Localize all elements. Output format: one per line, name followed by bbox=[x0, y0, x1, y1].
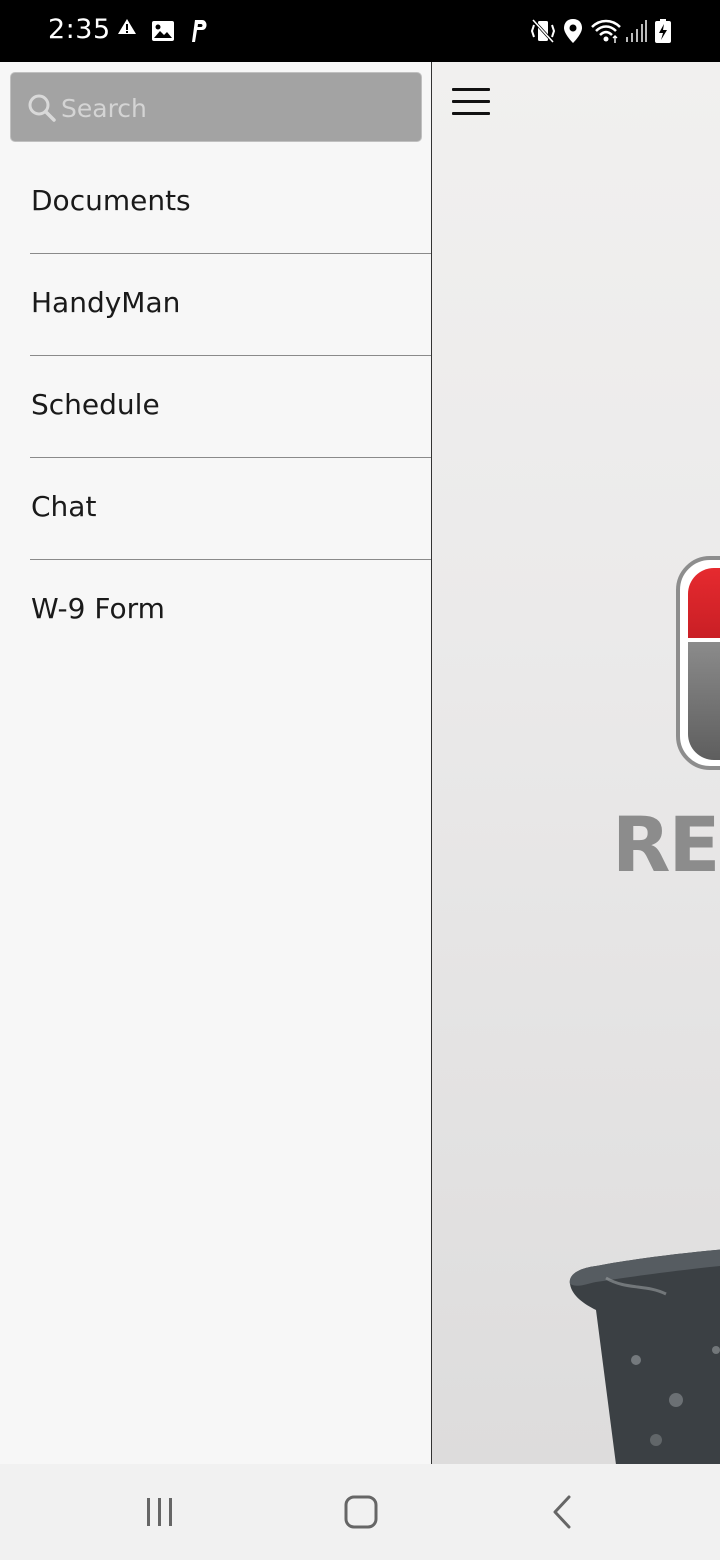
alert-mm-icon bbox=[118, 19, 136, 34]
bucket-image bbox=[569, 1249, 720, 1464]
search-icon bbox=[28, 94, 56, 122]
brand-logo-shield bbox=[676, 556, 720, 770]
drawer-item-chat[interactable]: Chat bbox=[0, 458, 431, 560]
back-icon[interactable] bbox=[543, 1494, 583, 1530]
drawer-item-schedule[interactable]: Schedule bbox=[0, 356, 431, 458]
navigation-drawer: Documents HandyMan Schedule Chat W-9 For… bbox=[0, 62, 432, 1464]
drawer-item-label: HandyMan bbox=[31, 286, 181, 319]
drawer-item-handyman[interactable]: HandyMan bbox=[0, 254, 431, 356]
search-bar[interactable] bbox=[10, 72, 422, 142]
search-input[interactable] bbox=[61, 87, 401, 129]
location-icon bbox=[564, 19, 582, 43]
system-nav-bar bbox=[0, 1464, 720, 1560]
status-time: 2:35 bbox=[48, 14, 111, 45]
vibrate-icon bbox=[530, 18, 556, 44]
drawer-menu-list: Documents HandyMan Schedule Chat W-9 For… bbox=[0, 152, 431, 662]
home-icon[interactable] bbox=[341, 1494, 381, 1530]
wifi-icon bbox=[591, 19, 621, 43]
parking-icon bbox=[192, 20, 207, 42]
drawer-item-label: W-9 Form bbox=[31, 592, 165, 625]
image-icon bbox=[152, 21, 174, 41]
menu-toggle-button[interactable] bbox=[452, 84, 490, 118]
drawer-item-label: Chat bbox=[31, 490, 97, 523]
drawer-item-label: Schedule bbox=[31, 388, 160, 421]
drawer-item-w9-form[interactable]: W-9 Form bbox=[0, 560, 431, 662]
drawer-item-label: Documents bbox=[31, 184, 191, 217]
battery-charging-icon bbox=[655, 19, 671, 43]
recent-apps-icon[interactable] bbox=[140, 1494, 180, 1530]
signal-icon bbox=[626, 20, 647, 42]
brand-logo-text: RE bbox=[612, 800, 720, 889]
status-bar: 2:35 bbox=[0, 0, 720, 62]
drawer-item-documents[interactable]: Documents bbox=[0, 152, 431, 254]
